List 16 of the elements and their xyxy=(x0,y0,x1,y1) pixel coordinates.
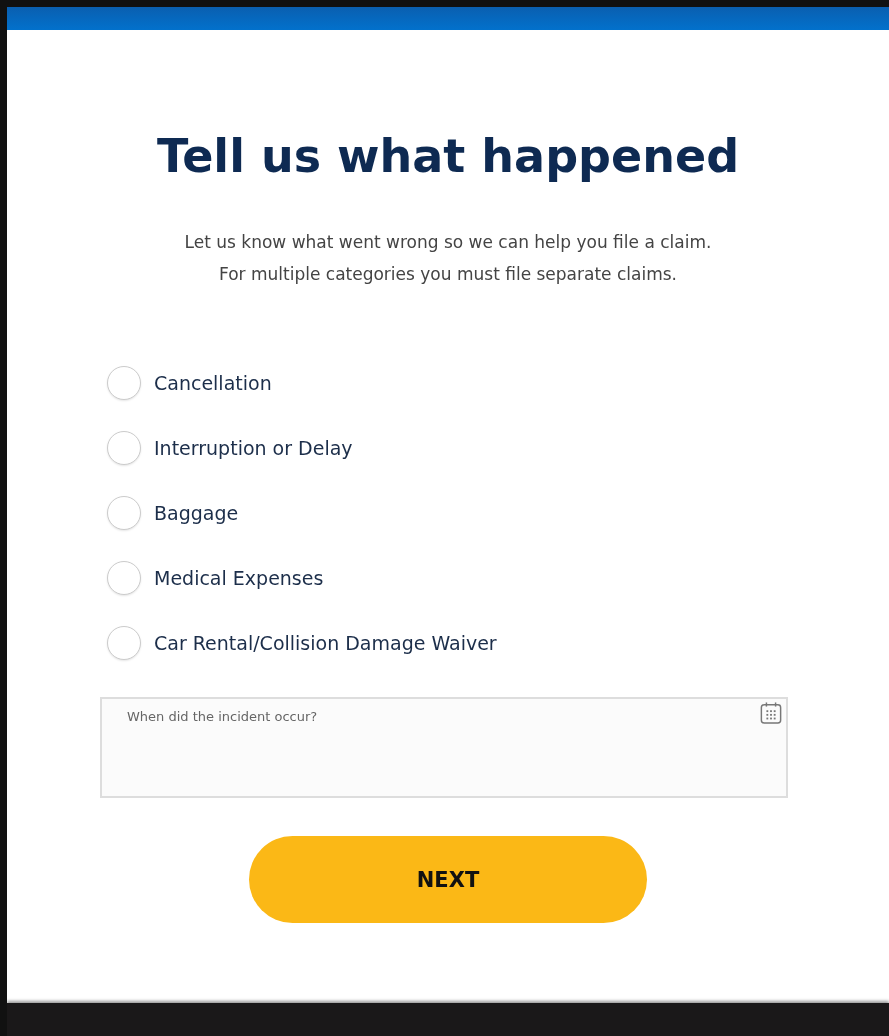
radio-button[interactable] xyxy=(107,366,141,400)
intro-text: Let us know what went wrong so we can help you file a claim. xyxy=(184,231,712,254)
radio-option[interactable]: Interruption or Delay xyxy=(107,430,497,466)
radio-button[interactable] xyxy=(107,626,141,660)
date-field[interactable]: When did the incident occur? xyxy=(100,697,788,798)
calendar-icon[interactable] xyxy=(760,701,782,725)
radio-button[interactable] xyxy=(107,496,141,530)
page-title: Tell us what happened xyxy=(156,128,740,184)
radio-button[interactable] xyxy=(107,561,141,595)
next-button[interactable]: NEXT xyxy=(249,836,647,923)
radio-option[interactable]: Car Rental/Collision Damage Waiver xyxy=(107,625,497,661)
radio-option[interactable]: Baggage xyxy=(107,495,497,531)
radio-option[interactable]: Medical Expenses xyxy=(107,560,497,596)
radio-button[interactable] xyxy=(107,431,141,465)
radio-option[interactable]: Cancellation xyxy=(107,365,497,401)
intro-text: For multiple categories you must file separate claims. xyxy=(218,263,678,286)
